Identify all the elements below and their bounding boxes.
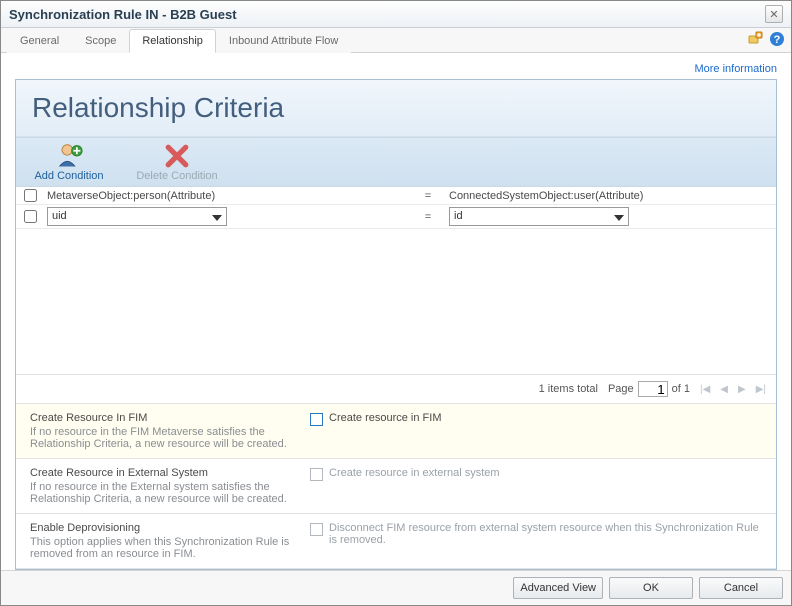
delete-condition-label: Delete Condition [136,170,217,182]
option-create-resource-in-external-system: Create Resource in External System If no… [16,459,776,514]
delete-condition-button: Delete Condition [132,142,222,182]
relationship-criteria-panel: Relationship Criteria Add Condition [15,79,777,570]
delete-condition-icon [163,142,191,170]
row-checkbox[interactable] [24,210,37,223]
option-description: If no resource in the FIM Metaverse sati… [30,426,290,450]
connected-system-attribute-select[interactable]: id [449,207,629,226]
tabs: General Scope Relationship Inbound Attri… [7,28,351,52]
disconnect-resource-checkbox[interactable] [310,523,323,536]
pager-prev-icon[interactable]: ◀ [720,384,728,395]
add-action-icon[interactable] [747,31,763,50]
title-bar: Synchronization Rule IN - B2B Guest ✕ [1,1,791,28]
help-icon[interactable]: ? [769,31,785,50]
panel-title: Relationship Criteria [32,92,760,124]
create-resource-in-fim-checkbox[interactable] [310,413,323,426]
tab-scope[interactable]: Scope [72,29,129,53]
option-title: Create Resource in External System [30,467,290,479]
tab-relationship[interactable]: Relationship [129,29,216,53]
criteria-grid: MetaverseObject:person(Attribute) = Conn… [16,187,776,229]
more-information-link[interactable]: More information [694,63,777,75]
header-metaverse-attribute: MetaverseObject:person(Attribute) [47,190,215,202]
pager-next-icon[interactable]: ▶ [738,384,746,395]
create-resource-in-fim-label: Create resource in FIM [329,412,441,424]
disconnect-resource-label: Disconnect FIM resource from external sy… [329,522,762,546]
option-create-resource-in-fim: Create Resource In FIM If no resource in… [16,404,776,459]
option-title: Create Resource In FIM [30,412,290,424]
criteria-toolbar: Add Condition Delete Condition [16,137,776,187]
pager-total: 1 items total [539,383,598,395]
tab-strip: General Scope Relationship Inbound Attri… [1,28,791,53]
create-resource-in-external-system-label: Create resource in external system [329,467,500,479]
window-title: Synchronization Rule IN - B2B Guest [9,7,237,22]
pager-page-label: Page [608,383,634,395]
add-condition-icon [55,142,83,170]
options-section: Create Resource In FIM If no resource in… [16,403,776,569]
svg-text:?: ? [774,34,781,46]
add-condition-label: Add Condition [34,170,103,182]
tab-general[interactable]: General [7,29,72,53]
close-button[interactable]: ✕ [765,5,783,23]
ok-button[interactable]: OK [609,577,693,599]
create-resource-in-external-system-checkbox[interactable] [310,468,323,481]
option-description: This option applies when this Synchroniz… [30,536,290,560]
select-all-checkbox[interactable] [24,189,37,202]
grid-header-row: MetaverseObject:person(Attribute) = Conn… [16,187,776,205]
pager-of-text: of 1 [672,383,690,395]
pager-last-icon[interactable]: ▶| [756,384,766,395]
header-connected-system-attribute: ConnectedSystemObject:user(Attribute) [449,190,643,202]
option-description: If no resource in the External system sa… [30,481,290,505]
advanced-view-button[interactable]: Advanced View [513,577,603,599]
grid-row: uid = id [16,205,776,229]
more-information-link-row: More information [15,63,777,79]
cancel-button[interactable]: Cancel [699,577,783,599]
pager-first-icon[interactable]: |◀ [700,384,710,395]
close-icon: ✕ [769,8,778,21]
dialog-window: Synchronization Rule IN - B2B Guest ✕ Ge… [0,0,792,606]
metaverse-attribute-select[interactable]: uid [47,207,227,226]
add-condition-button[interactable]: Add Condition [24,142,114,182]
pager-page-input[interactable] [638,381,668,397]
option-enable-deprovisioning: Enable Deprovisioning This option applie… [16,514,776,569]
pager: 1 items total Page of 1 |◀ ◀ ▶ ▶| [16,374,776,403]
tab-inbound-attribute-flow[interactable]: Inbound Attribute Flow [216,29,351,53]
dialog-footer: Advanced View OK Cancel [1,570,791,605]
option-title: Enable Deprovisioning [30,522,290,534]
